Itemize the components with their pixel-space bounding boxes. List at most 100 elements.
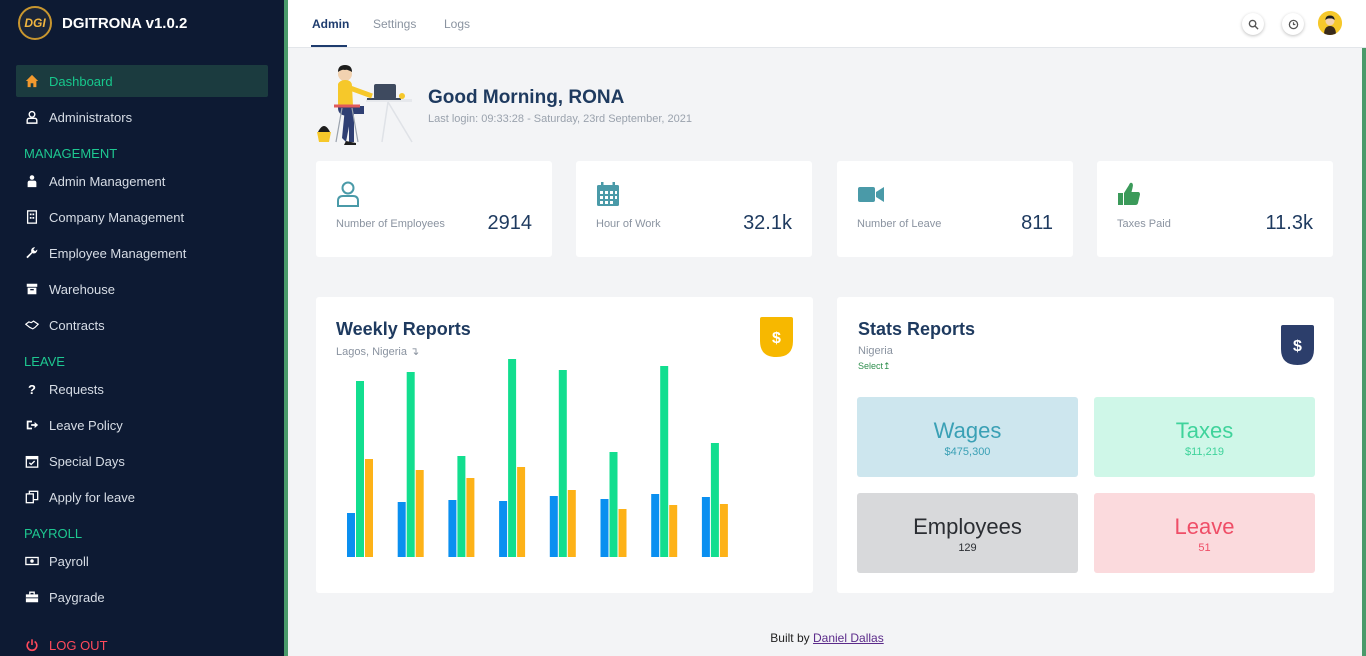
chart-bar-1-series-3 bbox=[365, 459, 373, 557]
chart-bar-5-series-1 bbox=[549, 496, 558, 557]
stats-reports-panel: Stats Reports Nigeria Select↥ $ Wages $4… bbox=[837, 297, 1334, 593]
sidebar-item-payroll[interactable]: Payroll bbox=[16, 545, 268, 577]
sidebar-item-employee-management[interactable]: Employee Management bbox=[16, 237, 268, 269]
stat-value: 2914 bbox=[487, 212, 533, 234]
app-title: DGITRONA v1.0.2 bbox=[62, 14, 188, 32]
stats-reports-country: Nigeria bbox=[858, 345, 893, 357]
calendar-check-icon bbox=[24, 453, 40, 469]
chart-bar-7-series-3 bbox=[669, 505, 678, 557]
tab-admin[interactable]: Admin bbox=[312, 17, 349, 31]
sign-out-icon bbox=[24, 417, 40, 433]
chart-bar-4-series-2 bbox=[508, 359, 517, 557]
tile-name: Leave bbox=[1174, 514, 1235, 539]
home-icon bbox=[24, 73, 40, 89]
stat-value: 32.1k bbox=[743, 212, 792, 234]
briefcase-icon bbox=[24, 589, 40, 605]
sidebar-item-label: Special Days bbox=[49, 453, 125, 469]
chart-bar-2-series-1 bbox=[397, 502, 406, 557]
stats-select-link[interactable]: Select↥ bbox=[858, 361, 891, 372]
sidebar-item-label: Apply for leave bbox=[49, 489, 135, 505]
money-icon bbox=[24, 553, 40, 569]
weekly-reports-panel: Weekly Reports Lagos, Nigeria ↴ $ bbox=[316, 297, 813, 593]
chart-bar-3-series-3 bbox=[466, 478, 475, 557]
history-button[interactable] bbox=[1282, 13, 1304, 35]
sidebar-item-label: Dashboard bbox=[49, 73, 113, 89]
user-avatar[interactable] bbox=[1318, 11, 1342, 35]
tile-name: Wages bbox=[933, 418, 1002, 443]
sidebar-item-company-management[interactable]: Company Management bbox=[16, 201, 268, 233]
wrench-icon bbox=[24, 245, 40, 261]
sidebar-item-label: Contracts bbox=[49, 317, 105, 333]
stat-card-employees: Number of Employees 2914 bbox=[316, 161, 552, 257]
footer-prefix: Built by bbox=[770, 631, 810, 645]
sidebar-item-leave-policy[interactable]: Leave Policy bbox=[16, 409, 268, 441]
sidebar-item-apply-for-leave[interactable]: Apply for leave bbox=[16, 481, 268, 513]
content-edge-strip bbox=[284, 0, 288, 656]
tile-wages[interactable]: Wages $475,300 bbox=[857, 397, 1078, 477]
sidebar-item-paygrade[interactable]: Paygrade bbox=[16, 581, 268, 613]
chart-bar-4-series-3 bbox=[517, 467, 526, 557]
brand-logo: DGI bbox=[18, 6, 52, 40]
admin-management-icon bbox=[24, 173, 40, 189]
brand[interactable]: DGI DGITRONA v1.0.2 bbox=[18, 6, 187, 40]
chart-bar-5-series-3 bbox=[567, 490, 576, 557]
stat-label: Taxes Paid bbox=[1117, 218, 1171, 230]
sidebar-item-requests[interactable]: ? Requests bbox=[16, 373, 268, 405]
tab-logs[interactable]: Logs bbox=[444, 17, 470, 31]
section-management: MANAGEMENT bbox=[24, 146, 118, 161]
building-icon bbox=[24, 209, 40, 225]
video-camera-icon bbox=[858, 187, 884, 202]
chart-bar-6-series-1 bbox=[600, 499, 609, 557]
footer-author-link[interactable]: Daniel Dallas bbox=[813, 631, 884, 645]
badge-symbol: $ bbox=[772, 330, 781, 347]
sidebar-item-administrators[interactable]: Administrators bbox=[16, 101, 268, 133]
stat-card-hours: Hour of Work 32.1k bbox=[576, 161, 812, 257]
tile-taxes[interactable]: Taxes $11,219 bbox=[1094, 397, 1315, 477]
question-icon: ? bbox=[28, 381, 36, 397]
sidebar-item-label: Company Management bbox=[49, 209, 185, 225]
tile-value: $11,219 bbox=[1185, 446, 1224, 458]
chart-bar-2-series-2 bbox=[406, 372, 415, 557]
tile-leave[interactable]: Leave 51 bbox=[1094, 493, 1315, 573]
tile-value: 51 bbox=[1198, 542, 1211, 554]
power-icon bbox=[24, 637, 40, 653]
archive-icon bbox=[24, 281, 40, 297]
logout-button[interactable]: LOG OUT bbox=[16, 629, 268, 656]
tile-value: 129 bbox=[958, 542, 977, 554]
sidebar-item-warehouse[interactable]: Warehouse bbox=[16, 273, 268, 305]
sidebar: DGI DGITRONA v1.0.2 Dashboard Administra… bbox=[0, 0, 284, 656]
last-login-text: Last login: 09:33:28 - Saturday, 23rd Se… bbox=[428, 113, 692, 125]
sidebar-item-special-days[interactable]: Special Days bbox=[16, 445, 268, 477]
stat-card-leave: Number of Leave 811 bbox=[837, 161, 1073, 257]
sidebar-item-contracts[interactable]: Contracts bbox=[16, 309, 268, 341]
stat-value: 11.3k bbox=[1265, 212, 1313, 234]
tile-name: Employees bbox=[913, 514, 1022, 539]
search-button[interactable] bbox=[1242, 13, 1264, 35]
footer: Built by Daniel Dallas bbox=[288, 631, 1366, 645]
chart-bar-5-series-2 bbox=[558, 370, 567, 557]
sidebar-item-admin-management[interactable]: Admin Management bbox=[16, 165, 268, 197]
greeting-title: Good Morning, RONA bbox=[428, 87, 625, 108]
dollar-badge-icon: $ bbox=[760, 317, 793, 357]
tile-value: $475,300 bbox=[944, 446, 991, 458]
sidebar-item-dashboard[interactable]: Dashboard bbox=[16, 65, 268, 97]
clock-icon bbox=[1288, 19, 1298, 29]
calendar-icon bbox=[597, 182, 619, 206]
sidebar-item-label: Leave Policy bbox=[49, 417, 123, 433]
chart-bar-7-series-2 bbox=[660, 366, 669, 557]
avatar-icon bbox=[1318, 11, 1342, 35]
tile-employees[interactable]: Employees 129 bbox=[857, 493, 1078, 573]
topbar: Admin Settings Logs bbox=[288, 0, 1366, 48]
stat-label: Number of Leave bbox=[857, 218, 942, 230]
chart-bar-1-series-2 bbox=[356, 381, 364, 557]
tab-settings[interactable]: Settings bbox=[373, 17, 416, 31]
chart-bar-8-series-2 bbox=[710, 443, 719, 557]
sidebar-item-label: Requests bbox=[49, 381, 104, 397]
scrollbar-track[interactable] bbox=[1362, 48, 1366, 656]
stat-card-taxes: Taxes Paid 11.3k bbox=[1097, 161, 1333, 257]
user-outline-icon bbox=[337, 181, 359, 207]
section-leave: LEAVE bbox=[24, 354, 65, 369]
section-payroll: PAYROLL bbox=[24, 526, 83, 541]
sidebar-item-label: Employee Management bbox=[49, 245, 187, 261]
tile-name: Taxes bbox=[1175, 418, 1234, 443]
